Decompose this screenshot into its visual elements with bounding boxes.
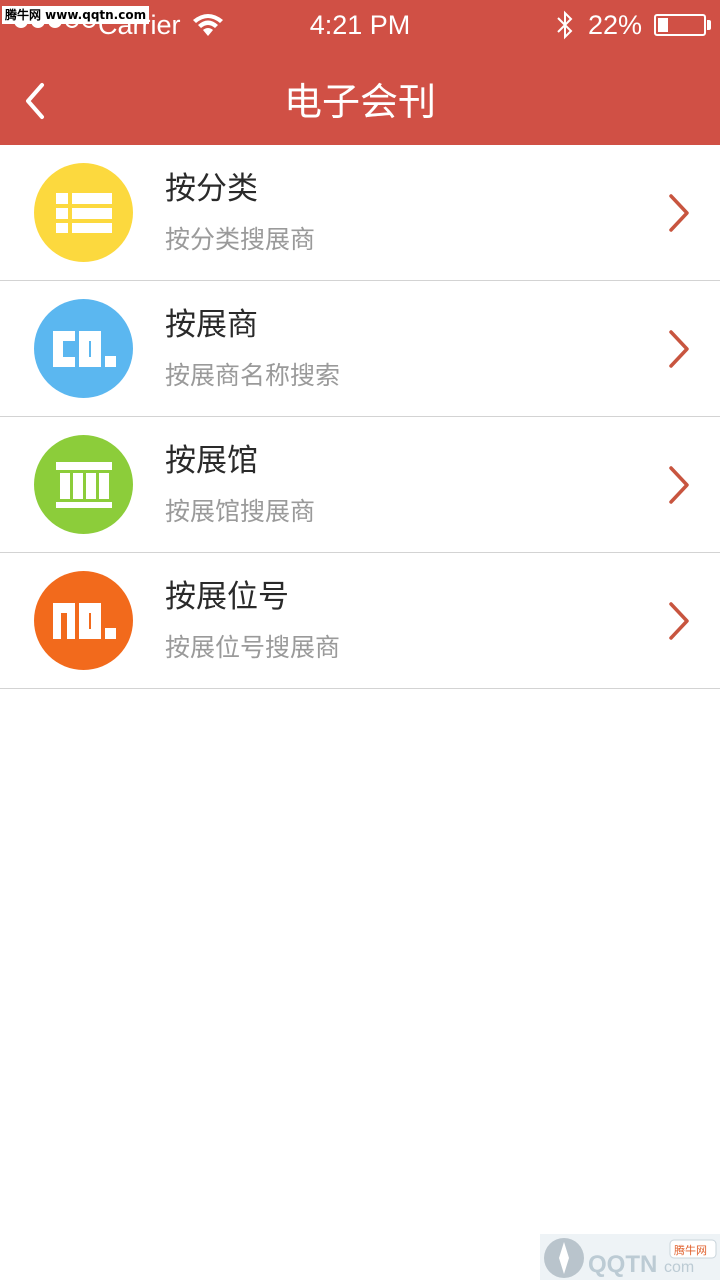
app-header: Carrier 4:21 PM 22% 腾牛网 www.qqtn.com 电子会… — [0, 0, 720, 145]
list-item-subtitle: 按展商名称搜索 — [165, 361, 341, 390]
company-co-icon — [34, 299, 133, 398]
list-item-by-exhibitor[interactable]: 按展商 按展商名称搜索 — [0, 281, 720, 417]
category-list-icon — [34, 163, 133, 262]
list-item-subtitle: 按展位号搜展商 — [165, 633, 341, 662]
page-title: 电子会刊 — [283, 80, 436, 124]
battery-icon — [654, 14, 706, 36]
navigation-bar: 电子会刊 — [0, 55, 720, 145]
hall-building-icon — [34, 435, 133, 534]
chevron-right-icon — [669, 330, 689, 368]
list-item-title: 按分类 — [165, 171, 258, 207]
bluetooth-icon — [557, 10, 573, 40]
list-item-subtitle: 按展馆搜展商 — [165, 497, 316, 526]
watermark-logo-tag: 腾牛网 — [674, 1243, 707, 1257]
watermark-logo-suffix: com — [664, 1259, 694, 1276]
list-item-title: 按展位号 — [165, 579, 289, 615]
battery-nub — [707, 20, 711, 30]
battery-percent: 22% — [588, 10, 643, 40]
chevron-right-icon — [669, 466, 689, 504]
watermark-logo: QQTN com 腾牛网 — [540, 1234, 720, 1280]
watermark-badge: 腾牛网 www.qqtn.com — [2, 6, 150, 24]
chevron-right-icon — [669, 194, 689, 232]
list-item-by-booth-number[interactable]: 按展位号 按展位号搜展商 — [0, 553, 720, 689]
list-item-title: 按展商 — [165, 307, 258, 343]
list-item-by-hall[interactable]: 按展馆 按展馆搜展商 — [0, 417, 720, 553]
search-options-list: 按分类 按分类搜展商 按展商 按展商名称搜索 按展馆 按展馆搜展商 按展位号 按… — [0, 145, 720, 689]
list-item-title: 按展馆 — [165, 443, 258, 479]
chevron-right-icon — [669, 602, 689, 640]
booth-number-icon — [34, 571, 133, 670]
status-bar: Carrier 4:21 PM 22% 腾牛网 www.qqtn.com — [0, 0, 720, 50]
watermark-logo-text: QQTN — [588, 1251, 657, 1278]
list-item-by-category[interactable]: 按分类 按分类搜展商 — [0, 145, 720, 281]
list-item-subtitle: 按分类搜展商 — [165, 225, 316, 254]
